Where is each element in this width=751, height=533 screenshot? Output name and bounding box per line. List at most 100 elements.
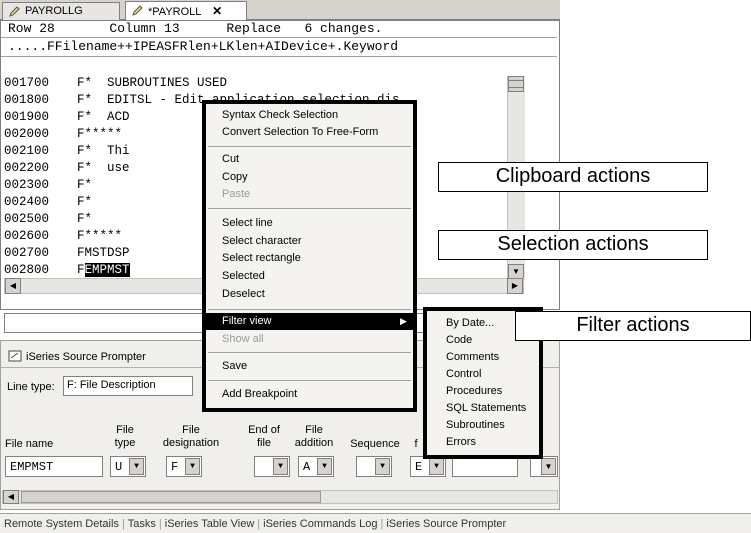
menu-separator xyxy=(208,352,411,353)
chevron-down-icon[interactable]: ▼ xyxy=(375,458,390,475)
menu-separator xyxy=(208,146,411,147)
menu-item-deselect[interactable]: Deselect xyxy=(222,288,265,300)
sequence-number: 002700 xyxy=(4,246,50,260)
menu-separator xyxy=(208,309,411,310)
selected-text: EMPMST xyxy=(84,263,130,277)
chevron-down-icon[interactable]: ▼ xyxy=(273,458,288,475)
submenu-item-sql-statements[interactable]: SQL Statements xyxy=(446,402,526,414)
sequence-number: 002300 xyxy=(4,178,50,192)
chevron-down-icon[interactable]: ▼ xyxy=(541,458,556,475)
chevron-down-icon[interactable]: ▼ xyxy=(317,458,332,475)
chevron-down-icon[interactable]: ▼ xyxy=(429,458,444,475)
sequence-number: 001700 xyxy=(4,76,50,90)
file-name-value: EMPMST xyxy=(10,460,54,474)
tab-commands-log[interactable]: iSeries Commands Log xyxy=(263,518,377,530)
line-type-select[interactable]: F: File Description xyxy=(63,376,193,396)
prompter-icon xyxy=(8,350,22,362)
divider xyxy=(1,56,557,57)
format-ruler: .....FFilename++IPEASFRlen+LKlen+AIDevic… xyxy=(8,39,399,54)
code-line[interactable]: 001700 F* SUBROUTINES USED xyxy=(2,75,526,92)
editor-tab-bar: PAYROLLG *PAYROLL ✕ xyxy=(0,0,560,21)
menu-item-save[interactable]: Save xyxy=(222,360,247,372)
tab-source-prompter[interactable]: iSeries Source Prompter xyxy=(386,518,506,530)
menu-separator xyxy=(208,380,411,381)
menu-item-copy[interactable]: Copy xyxy=(222,171,248,183)
file-addition-value: A xyxy=(303,460,311,474)
chevron-down-icon[interactable]: ▼ xyxy=(185,458,200,475)
tab-payroll[interactable]: *PAYROLL ✕ xyxy=(125,1,247,21)
file-name-header: File name xyxy=(5,438,54,450)
menu-separator xyxy=(208,208,411,209)
tab-payrollg[interactable]: PAYROLLG xyxy=(2,2,120,20)
menu-item-selected[interactable]: Selected xyxy=(222,270,265,282)
tab-remote-system-details[interactable]: Remote System Details xyxy=(4,518,119,530)
close-icon[interactable]: ✕ xyxy=(212,4,222,18)
end-of-file-header: End of file xyxy=(248,424,280,449)
submenu-item-code[interactable]: Code xyxy=(446,334,472,346)
menu-item-select-character[interactable]: Select character xyxy=(222,235,301,247)
sequence-number: 001900 xyxy=(4,110,50,124)
submenu-item-errors[interactable]: Errors xyxy=(446,436,476,448)
chevron-down-icon[interactable]: ▼ xyxy=(129,458,144,475)
line-type-label: Line type: xyxy=(7,381,55,393)
pencil-icon xyxy=(132,5,143,16)
prompter-title: iSeries Source Prompter xyxy=(8,350,146,363)
sequence-number: 002500 xyxy=(4,212,50,226)
sequence-number: 002200 xyxy=(4,161,50,175)
submenu-item-control[interactable]: Control xyxy=(446,368,481,380)
menu-item-cut[interactable]: Cut xyxy=(222,153,239,165)
prompter-horizontal-scrollbar[interactable]: ◀ xyxy=(2,490,558,504)
submenu-item-comments[interactable]: Comments xyxy=(446,351,499,363)
format-header: f xyxy=(414,438,418,450)
sequence-number: 002600 xyxy=(4,229,50,243)
format-value: E xyxy=(415,460,423,474)
sequence-number: 001800 xyxy=(4,93,50,107)
scroll-thumb[interactable] xyxy=(21,491,321,503)
sequence-number: 002800 xyxy=(4,263,50,277)
view-tab-bar: Remote System Details | Tasks | iSeries Tabl… xyxy=(0,513,751,533)
file-designation-select[interactable]: F ▼ xyxy=(166,456,202,477)
callout-clipboard-actions: Clipboard actions xyxy=(438,162,708,192)
prompter-title-text: iSeries Source Prompter xyxy=(26,351,146,363)
submenu-item-subroutines[interactable]: Subroutines xyxy=(446,419,505,431)
file-name-field[interactable]: EMPMST xyxy=(5,456,103,477)
file-addition-select[interactable]: A ▼ xyxy=(298,456,334,477)
extra-field[interactable] xyxy=(452,456,518,477)
sequence-select[interactable]: ▼ xyxy=(356,456,392,477)
menu-item-filter-view[interactable]: Filter view xyxy=(222,315,272,327)
sequence-number: 002400 xyxy=(4,195,50,209)
file-designation-header: File designation xyxy=(162,424,220,449)
menu-item-syntax-check[interactable]: Syntax Check Selection xyxy=(222,109,338,121)
scroll-left-icon[interactable]: ◀ xyxy=(5,278,21,294)
tab-table-view[interactable]: iSeries Table View xyxy=(165,518,254,530)
file-type-select[interactable]: U ▼ xyxy=(110,456,146,477)
extra-select[interactable]: ▼ xyxy=(530,456,558,477)
pencil-icon xyxy=(9,6,20,17)
menu-item-convert-free-form[interactable]: Convert Selection To Free-Form xyxy=(222,126,378,138)
submenu-item-by-date[interactable]: By Date... xyxy=(446,317,494,329)
sequence-header: Sequence xyxy=(350,438,400,450)
submenu-item-procedures[interactable]: Procedures xyxy=(446,385,502,397)
format-select[interactable]: E ▼ xyxy=(410,456,446,477)
file-designation-value: F xyxy=(171,460,179,474)
scroll-right-icon[interactable]: ▶ xyxy=(507,278,523,294)
scroll-thumb[interactable] xyxy=(508,80,524,88)
tab-label: PAYROLLG xyxy=(25,5,83,17)
file-type-value: U xyxy=(115,460,123,474)
tab-tasks[interactable]: Tasks xyxy=(128,518,156,530)
menu-item-select-line[interactable]: Select line xyxy=(222,217,273,229)
sequence-number: 002000 xyxy=(4,127,50,141)
scroll-left-icon[interactable]: ◀ xyxy=(3,490,19,504)
menu-item-paste[interactable]: Paste xyxy=(222,188,250,200)
menu-item-show-all[interactable]: Show all xyxy=(222,333,264,345)
context-menu: Syntax Check Selection Convert Selection… xyxy=(202,100,417,412)
divider xyxy=(1,37,557,38)
file-type-header: File type xyxy=(114,424,136,449)
menu-item-add-breakpoint[interactable]: Add Breakpoint xyxy=(222,388,297,400)
menu-item-select-rectangle[interactable]: Select rectangle xyxy=(222,252,301,264)
end-of-file-select[interactable]: ▼ xyxy=(254,456,290,477)
tab-label: *PAYROLL xyxy=(148,6,201,18)
callout-filter-actions: Filter actions xyxy=(515,311,751,341)
file-addition-header: File addition xyxy=(294,424,334,449)
source-text: F* SUBROUTINES USED xyxy=(77,76,228,90)
